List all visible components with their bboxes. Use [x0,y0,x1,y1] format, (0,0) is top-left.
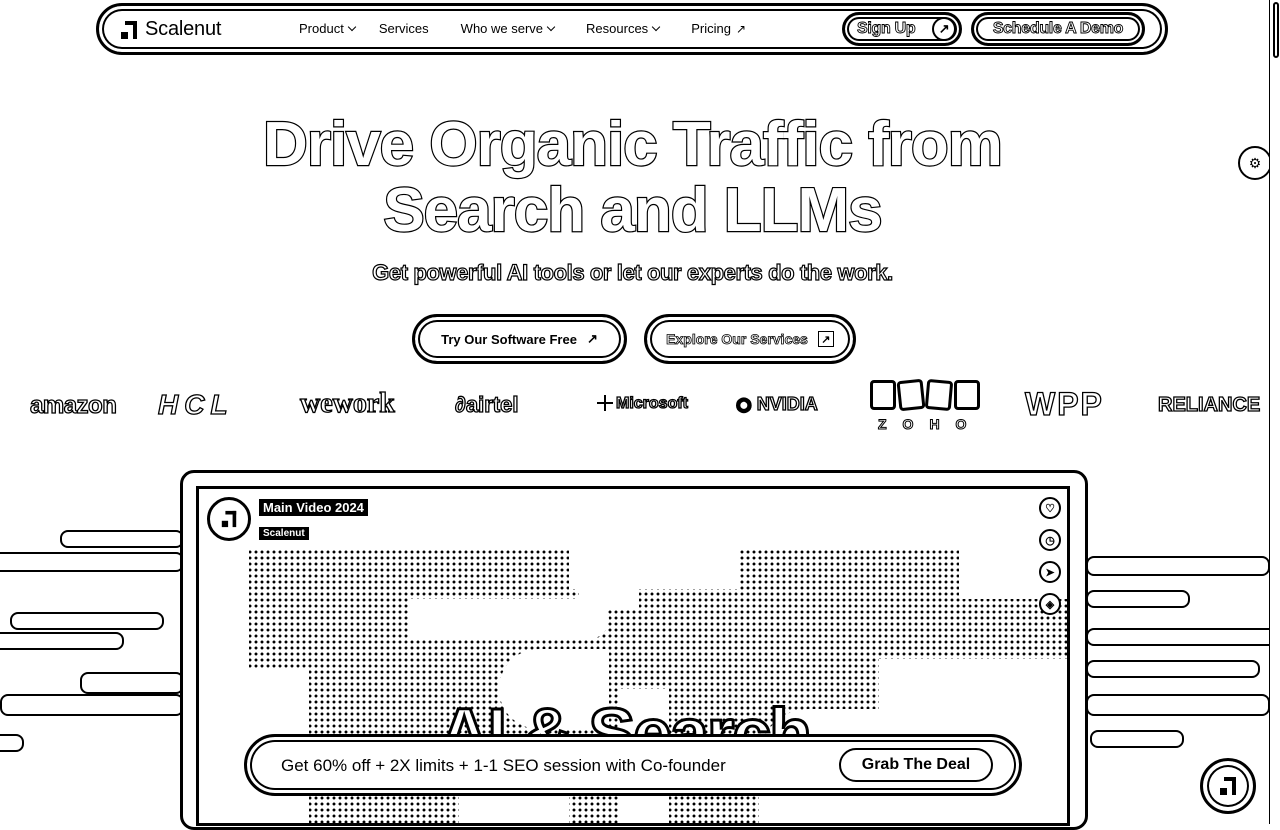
scalenut-logo-icon [221,510,237,528]
zoho-text: ZOHO [877,416,983,433]
sign-up-button[interactable]: Sign Up ↗ [842,12,962,46]
hero-title: Drive Organic Traffic from Search and LL… [0,110,1265,245]
share-icon[interactable]: ➤ [1039,561,1061,583]
logo-text: Scalenut [145,18,222,40]
channel-avatar[interactable] [207,497,251,541]
nvidia-eye-icon: ◉ [735,393,752,414]
hcl-logo: HCL [157,388,234,420]
main-menu: Product Services Who we serve Resources … [299,21,746,36]
hero-title-line-1: Drive Organic Traffic from [262,110,1004,179]
nav-item-services[interactable]: Services [379,21,429,36]
nav-item-who-we-serve[interactable]: Who we serve [460,21,556,36]
nav-label: Who we serve [460,21,544,36]
arrow-up-right-icon: ↗ [932,17,956,41]
airtel-logo: ∂airtel [454,391,519,417]
top-navbar: Scalenut Product Services Who we serve R… [96,3,1168,55]
scalenut-logo-icon [121,20,137,39]
nav-label: Product [299,21,344,36]
heart-icon[interactable]: ♡ [1039,497,1061,519]
scalenut-logo-icon [1220,777,1236,795]
chevron-down-icon [347,22,357,31]
nav-item-product[interactable]: Product [299,21,357,36]
explore-services-button[interactable]: Explore Our Services ↗ [644,314,856,364]
scrollbar[interactable] [1269,0,1280,824]
cta-label: Try Our Software Free [441,331,577,347]
nav-label: Services [378,21,429,36]
wpp-logo: WPP [1024,385,1104,422]
video-channel-name[interactable]: Scalenut [259,527,309,540]
nav-item-resources[interactable]: Resources [586,21,661,36]
grab-deal-button[interactable]: Grab The Deal [839,748,993,782]
chevron-down-icon [546,22,556,31]
video-side-actions: ♡ ◷ ➤ ◈ [1039,497,1061,615]
cta-label: Explore Our Services [666,331,808,348]
side-widget-icon[interactable]: ⚙ [1238,146,1272,180]
microsoft-grid-icon [597,395,613,411]
nvidia-logo: ◉ NVIDIA [735,393,818,415]
schedule-demo-label: Schedule A Demo [992,20,1124,38]
video-title[interactable]: Main Video 2024 [259,499,368,516]
clock-icon[interactable]: ◷ [1039,529,1061,551]
nav-label: Resources [586,21,649,36]
hero-subtitle: Get powerful AI tools or let our experts… [372,259,894,285]
scrollbar-thumb[interactable] [1273,2,1279,58]
airtel-text: airtel [465,391,519,417]
amazon-logo: amazon [29,391,117,419]
stack-icon[interactable]: ◈ [1039,593,1061,615]
microsoft-text: Microsoft [615,394,688,412]
chat-launcher-button[interactable] [1200,758,1256,814]
schedule-demo-button[interactable]: Schedule A Demo [971,12,1145,46]
try-software-free-button[interactable]: Try Our Software Free ↗ [412,314,627,364]
reliance-logo: RELIANCE [1157,393,1261,416]
wework-logo: wework [299,387,395,419]
scalenut-logo[interactable]: Scalenut [121,18,221,41]
arrow-up-right-icon: ↗ [735,21,746,36]
microsoft-logo: Microsoft [597,394,689,413]
promo-bar: Get 60% off + 2X limits + 1-1 SEO sessio… [244,734,1022,796]
chevron-down-icon [651,22,661,31]
sign-up-label: Sign Up [857,20,917,38]
arrow-up-right-icon: ↗ [586,331,598,346]
nvidia-text: NVIDIA [756,393,818,414]
promo-text: Get 60% off + 2X limits + 1-1 SEO sessio… [281,756,726,775]
customer-logos-strip: amazon HCL wework ∂airtel Microsoft ◉ NV… [0,378,1280,440]
nav-label: Pricing [691,21,731,36]
hero-title-line-2: Search and LLMs [382,176,884,245]
nav-item-pricing[interactable]: Pricing ↗ [691,21,746,36]
arrow-up-right-icon: ↗ [817,331,834,347]
zoho-logo: ZOHO [868,378,986,436]
